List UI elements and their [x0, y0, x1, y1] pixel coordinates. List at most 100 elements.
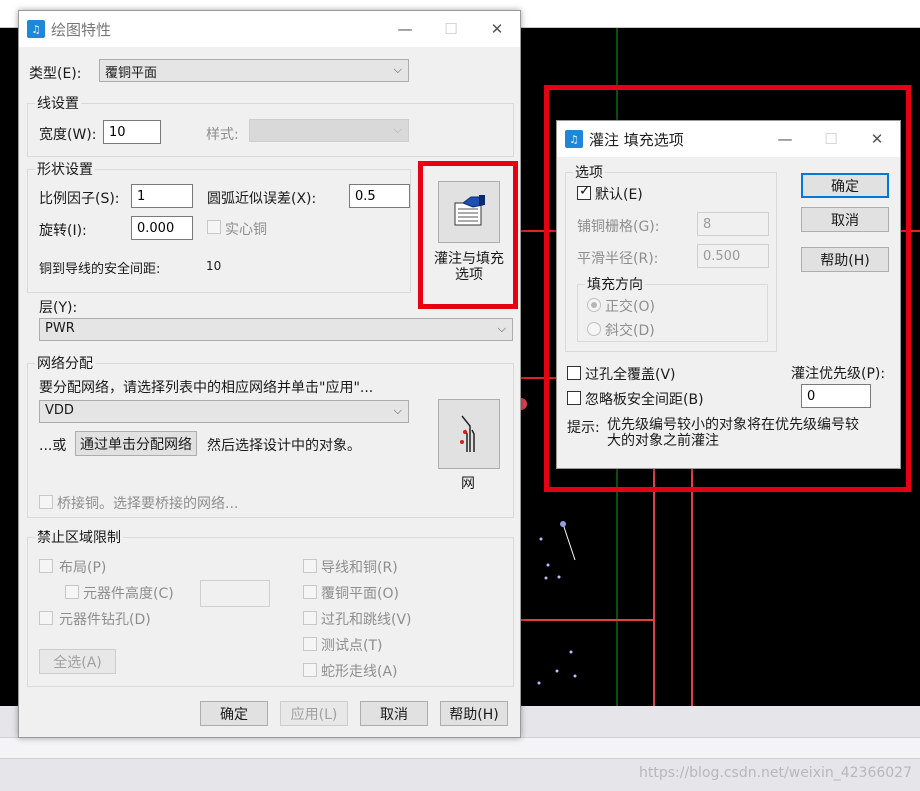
- pour-fill-options-dialog: ♫ 灌注 填充选项 — ☐ ✕ 选项 ✓ 默认(E) 铺铜栅格(G): 平滑半径…: [556, 120, 901, 469]
- grid-label: 铺铜栅格(G):: [577, 219, 660, 235]
- shape-group-title: 形状设置: [35, 159, 95, 179]
- keepout-via-label: 过孔和跳线(V): [321, 612, 412, 628]
- keepout-height-checkbox: [65, 585, 79, 599]
- select-all-button: 全选(A): [39, 649, 116, 674]
- layer-select[interactable]: PWR ⌵: [39, 318, 513, 341]
- keepout-drill-checkbox: [39, 611, 53, 625]
- type-select[interactable]: 覆铜平面 ⌵: [99, 59, 409, 82]
- keepout-testpoint-checkbox: [303, 637, 317, 651]
- width-field[interactable]: [103, 120, 161, 144]
- keepout-height-label: 元器件高度(C): [83, 586, 174, 602]
- ignore-board-clearance-checkbox[interactable]: [567, 391, 581, 405]
- options-group-title: 选项: [573, 162, 605, 182]
- keepout-traces-checkbox: [303, 559, 317, 573]
- grid-field: [697, 212, 769, 236]
- priority-field[interactable]: [801, 384, 871, 408]
- keepout-placement-checkbox: [39, 559, 53, 573]
- watermark: https://blog.csdn.net/weixin_42366027: [638, 765, 912, 781]
- help-button[interactable]: 帮助(H): [440, 701, 508, 726]
- ok-button[interactable]: 确定: [200, 701, 268, 726]
- arc-error-field[interactable]: [349, 184, 410, 208]
- trace-line: [562, 523, 576, 561]
- scale-field[interactable]: [131, 184, 193, 208]
- via-dot: [573, 674, 577, 678]
- priority-label: 灌注优先级(P):: [791, 366, 886, 382]
- keepout-group-title: 禁止区域限制: [35, 527, 123, 547]
- clearance-label: 铜到导线的安全间距:: [39, 262, 161, 277]
- chevron-down-icon: ⌵: [393, 123, 402, 136]
- line-group-title: 线设置: [35, 93, 81, 113]
- default-label: 默认(E): [595, 187, 643, 203]
- diagonal-label: 斜交(D): [605, 323, 655, 339]
- app-icon: ♫: [565, 130, 583, 148]
- help-button[interactable]: 帮助(H): [801, 247, 889, 272]
- maximize-button: ☐: [444, 20, 458, 38]
- keepout-height-field: [200, 580, 270, 607]
- diagonal-radio: [587, 322, 601, 336]
- click-assign-net-button[interactable]: 通过单击分配网络: [75, 431, 197, 456]
- tip-text: 优先级编号较小的对象将在优先级编号较 大的对象之前灌注: [607, 417, 859, 449]
- width-label: 宽度(W):: [39, 127, 97, 143]
- net-group-title: 网络分配: [35, 353, 95, 373]
- clearance-value: 10: [206, 259, 222, 273]
- net-hint: 要分配网络，请选择列表中的相应网络并单击"应用"...: [39, 380, 374, 396]
- status-bar: [0, 737, 920, 759]
- net-button-label: 网: [461, 476, 475, 492]
- check-icon: ✓: [579, 183, 591, 199]
- chevron-down-icon: ⌵: [393, 404, 402, 417]
- dialog-title: 绘图特性: [51, 20, 112, 39]
- dialog-titlebar[interactable]: ♫ 灌注 填充选项 — ☐ ✕: [557, 121, 900, 157]
- bridge-copper-label: 桥接铜。选择要桥接的网络...: [57, 496, 239, 512]
- via-cover-checkbox[interactable]: [567, 366, 581, 380]
- keepout-serpentine-checkbox: [303, 663, 317, 677]
- keepout-plane-label: 覆铜平面(O): [321, 586, 399, 602]
- keepout-placement-label: 布局(P): [59, 560, 107, 576]
- ok-button[interactable]: 确定: [801, 173, 889, 198]
- style-label: 样式:: [206, 127, 239, 143]
- fill-direction-title: 填充方向: [585, 274, 645, 294]
- rotate-label: 旋转(I):: [39, 223, 87, 239]
- minimize-button[interactable]: —: [762, 121, 808, 157]
- solid-copper-checkbox: [207, 220, 221, 234]
- via-dot: [560, 521, 566, 527]
- cancel-button[interactable]: 取消: [360, 701, 428, 726]
- smooth-field: [697, 244, 769, 268]
- maximize-button: ☐: [824, 130, 838, 148]
- or-label: ...或: [39, 438, 67, 454]
- default-checkbox[interactable]: ✓: [577, 183, 591, 200]
- via-dot: [537, 681, 541, 685]
- chevron-down-icon: ⌵: [393, 63, 402, 76]
- keepout-testpoint-label: 测试点(T): [321, 638, 383, 654]
- via-dot: [555, 669, 559, 673]
- keepout-traces-label: 导线和铜(R): [321, 560, 398, 576]
- apply-button: 应用(L): [280, 701, 348, 726]
- dialog-title: 灌注 填充选项: [589, 130, 684, 149]
- smooth-label: 平滑半径(R):: [577, 251, 659, 267]
- close-button[interactable]: ✕: [474, 11, 520, 47]
- rotate-field[interactable]: [131, 216, 193, 240]
- via-dot: [557, 575, 561, 579]
- keepout-via-checkbox: [303, 611, 317, 625]
- then-select-label: 然后选择设计中的对象。: [207, 438, 361, 454]
- tip-label: 提示:: [567, 420, 600, 436]
- net-select[interactable]: VDD ⌵: [39, 400, 409, 423]
- chevron-down-icon: ⌵: [497, 322, 506, 335]
- pad-dot: [521, 398, 527, 410]
- via-dot: [539, 537, 543, 541]
- via-dot: [544, 576, 548, 580]
- ignore-board-clearance-label: 忽略板安全间距(B): [585, 392, 704, 408]
- keepout-serpentine-label: 蛇形走线(A): [321, 664, 398, 680]
- orthogonal-radio: [587, 298, 601, 312]
- net-button[interactable]: [438, 399, 500, 469]
- orthogonal-label: 正交(O): [605, 299, 655, 315]
- via-cover-label: 过孔全覆盖(V): [585, 367, 676, 383]
- net-value: VDD: [45, 403, 74, 418]
- layer-value: PWR: [45, 321, 75, 336]
- minimize-button[interactable]: —: [382, 11, 428, 47]
- drawing-properties-dialog: ♫ 绘图特性 — ☐ ✕ 类型(E): 覆铜平面 ⌵ 线设置 宽度(W): 样式…: [18, 10, 521, 738]
- dialog-titlebar[interactable]: ♫ 绘图特性 — ☐ ✕: [19, 11, 520, 47]
- cancel-button[interactable]: 取消: [801, 207, 889, 232]
- app-icon: ♫: [27, 20, 45, 38]
- via-dot: [569, 650, 573, 654]
- close-button[interactable]: ✕: [854, 121, 900, 157]
